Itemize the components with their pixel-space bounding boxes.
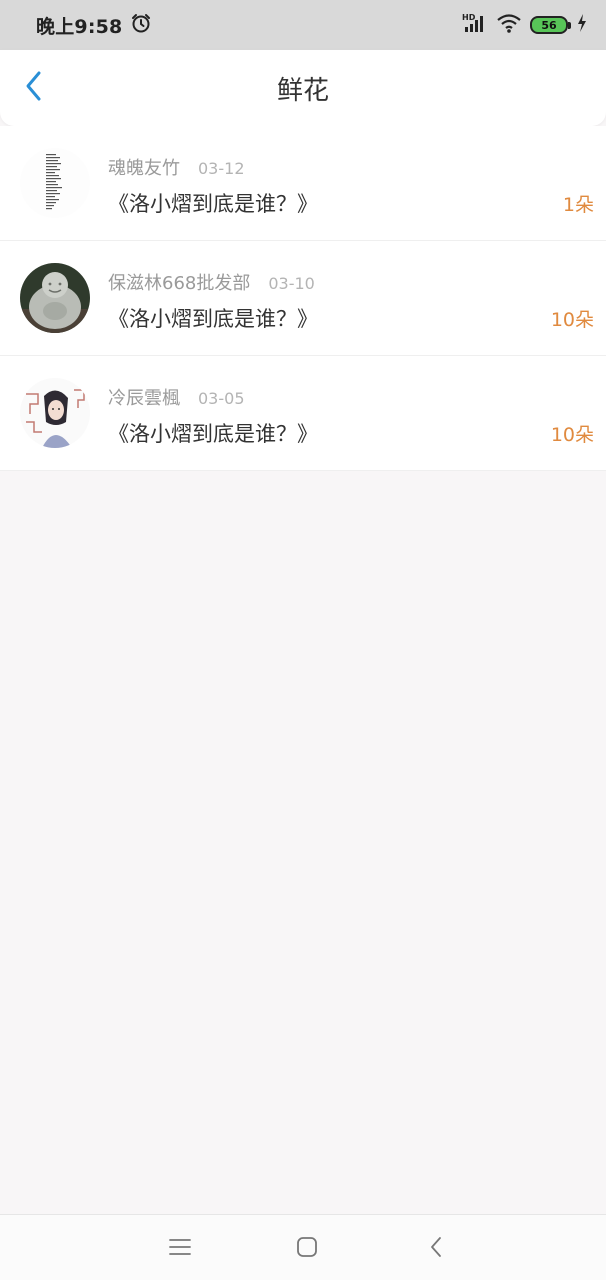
back-icon bbox=[428, 1235, 444, 1263]
date: 03-10 bbox=[268, 274, 315, 293]
item-meta: 魂魄友竹 03-12 bbox=[108, 154, 245, 180]
book-title[interactable]: 《洛小熠到底是谁？》 bbox=[108, 188, 318, 218]
item-meta: 保滋林668批发部 03-10 bbox=[108, 269, 315, 295]
charging-icon bbox=[576, 13, 588, 37]
hd-signal-icon: HD bbox=[462, 12, 488, 38]
list-item[interactable]: 保滋林668批发部 03-10 《洛小熠到底是谁？》 10朵 bbox=[0, 241, 606, 356]
chevron-left-icon bbox=[23, 70, 45, 106]
status-bar: 晚上9:58 HD 56 bbox=[0, 0, 606, 50]
date: 03-05 bbox=[198, 389, 245, 408]
svg-text:HD: HD bbox=[462, 13, 476, 22]
nav-back-button[interactable] bbox=[420, 1233, 452, 1265]
home-icon bbox=[295, 1235, 319, 1263]
user-name[interactable]: 魂魄友竹 bbox=[108, 154, 180, 180]
item-meta: 冷辰雲楓 03-05 bbox=[108, 384, 245, 410]
user-name[interactable]: 保滋林668批发部 bbox=[108, 269, 250, 295]
menu-icon bbox=[168, 1237, 192, 1261]
battery-icon: 56 bbox=[530, 16, 571, 34]
wifi-icon bbox=[496, 12, 522, 38]
status-right: HD 56 bbox=[462, 12, 588, 38]
avatar[interactable] bbox=[20, 263, 90, 333]
avatar[interactable] bbox=[20, 148, 90, 218]
avatar[interactable] bbox=[20, 378, 90, 448]
user-name[interactable]: 冷辰雲楓 bbox=[108, 384, 180, 410]
date: 03-12 bbox=[198, 159, 245, 178]
book-title[interactable]: 《洛小熠到底是谁？》 bbox=[108, 418, 318, 448]
flower-count: 10朵 bbox=[550, 424, 594, 446]
page-title: 鲜花 bbox=[276, 75, 329, 106]
system-nav-bar bbox=[0, 1214, 606, 1280]
app-header: 鲜花 bbox=[0, 50, 606, 126]
flower-count: 10朵 bbox=[550, 309, 594, 331]
back-button[interactable] bbox=[14, 68, 54, 108]
status-time: 晚上9:58 bbox=[36, 15, 123, 38]
home-button[interactable] bbox=[291, 1233, 323, 1265]
status-left: 晚上9:58 bbox=[36, 12, 152, 39]
list-item[interactable]: 冷辰雲楓 03-05 《洛小熠到底是谁？》 10朵 bbox=[0, 356, 606, 471]
book-title[interactable]: 《洛小熠到底是谁？》 bbox=[108, 303, 318, 333]
list-item[interactable]: 魂魄友竹 03-12 《洛小熠到底是谁？》 1朵 bbox=[0, 126, 606, 241]
flower-record-list: 魂魄友竹 03-12 《洛小熠到底是谁？》 1朵 保滋林668批发部 03-10… bbox=[0, 126, 606, 471]
menu-button[interactable] bbox=[164, 1233, 196, 1265]
alarm-icon bbox=[130, 12, 152, 38]
flower-count: 1朵 bbox=[562, 194, 594, 216]
